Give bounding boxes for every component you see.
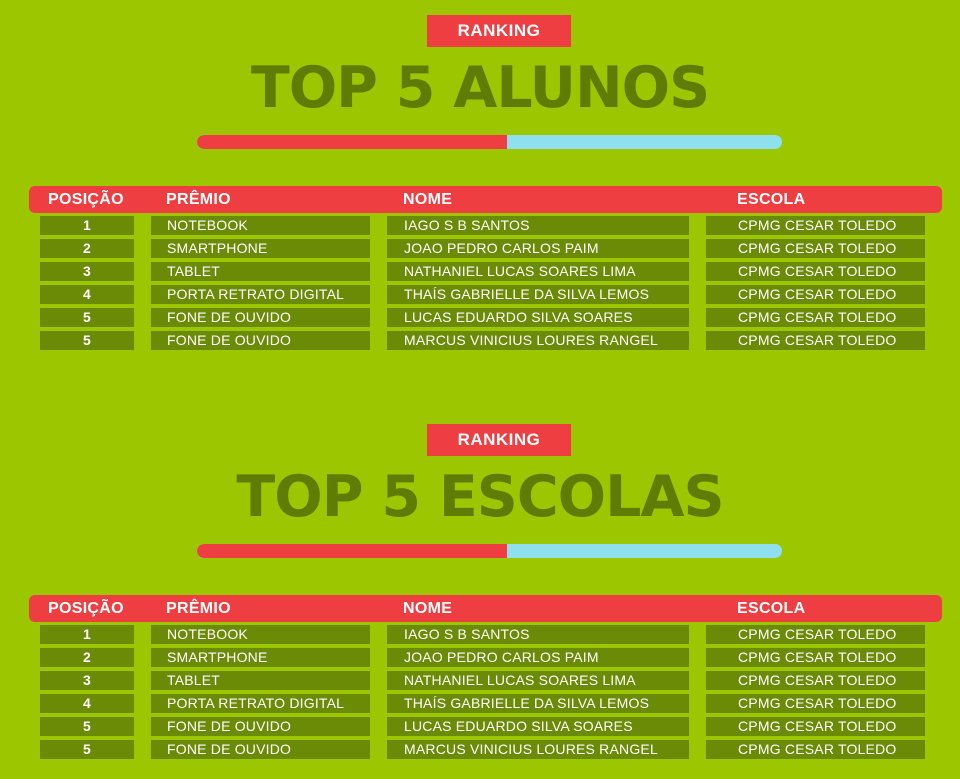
- cell-name: MARCUS VINICIUS LOURES RANGEL: [387, 331, 689, 350]
- cell-name: THAÍS GABRIELLE DA SILVA LEMOS: [387, 694, 689, 713]
- cell-school: CPMG CESAR TOLEDO: [706, 285, 925, 304]
- table-row: 1 NOTEBOOK IAGO S B SANTOS CPMG CESAR TO…: [0, 624, 960, 647]
- header-name: NOME: [403, 191, 453, 208]
- cell-position: 3: [40, 671, 134, 690]
- cell-name: THAÍS GABRIELLE DA SILVA LEMOS: [387, 285, 689, 304]
- table-row: 5 FONE DE OUVIDO LUCAS EDUARDO SILVA SOA…: [0, 716, 960, 739]
- cell-position: 1: [40, 625, 134, 644]
- header-school: ESCOLA: [737, 600, 806, 617]
- cell-name: JOAO PEDRO CARLOS PAIM: [387, 648, 689, 667]
- cell-school: CPMG CESAR TOLEDO: [706, 717, 925, 736]
- section-top-alunos: RANKING TOP 5 ALUNOS POSIÇÃO PRÊMIO NOME…: [0, 0, 960, 370]
- cell-position: 5: [40, 717, 134, 736]
- table-row: 2 SMARTPHONE JOAO PEDRO CARLOS PAIM CPMG…: [0, 238, 960, 261]
- header-school: ESCOLA: [737, 191, 806, 208]
- progress-bar-fill: [197, 544, 508, 558]
- cell-prize: NOTEBOOK: [151, 216, 370, 235]
- cell-school: CPMG CESAR TOLEDO: [706, 625, 925, 644]
- cell-school: CPMG CESAR TOLEDO: [706, 671, 925, 690]
- cell-position: 4: [40, 285, 134, 304]
- cell-position: 2: [40, 648, 134, 667]
- cell-school: CPMG CESAR TOLEDO: [706, 740, 925, 759]
- cell-prize: SMARTPHONE: [151, 648, 370, 667]
- header-prize: PRÊMIO: [166, 600, 231, 617]
- cell-name: IAGO S B SANTOS: [387, 625, 689, 644]
- table-row: 3 TABLET NATHANIEL LUCAS SOARES LIMA CPM…: [0, 670, 960, 693]
- cell-school: CPMG CESAR TOLEDO: [706, 308, 925, 327]
- cell-prize: TABLET: [151, 262, 370, 281]
- cell-position: 3: [40, 262, 134, 281]
- cell-name: NATHANIEL LUCAS SOARES LIMA: [387, 671, 689, 690]
- ranking-badge: RANKING: [427, 15, 571, 47]
- table-row: 3 TABLET NATHANIEL LUCAS SOARES LIMA CPM…: [0, 261, 960, 284]
- cell-prize: SMARTPHONE: [151, 239, 370, 258]
- cell-name: MARCUS VINICIUS LOURES RANGEL: [387, 740, 689, 759]
- section-title: TOP 5 ALUNOS: [250, 55, 710, 121]
- cell-position: 4: [40, 694, 134, 713]
- header-name: NOME: [403, 600, 453, 617]
- cell-position: 5: [40, 740, 134, 759]
- cell-school: CPMG CESAR TOLEDO: [706, 331, 925, 350]
- cell-prize: FONE DE OUVIDO: [151, 717, 370, 736]
- cell-school: CPMG CESAR TOLEDO: [706, 239, 925, 258]
- header-prize: PRÊMIO: [166, 191, 231, 208]
- progress-bar-fill: [197, 135, 508, 149]
- section-top-escolas: RANKING TOP 5 ESCOLAS POSIÇÃO PRÊMIO NOM…: [0, 409, 960, 779]
- cell-school: CPMG CESAR TOLEDO: [706, 648, 925, 667]
- header-position: POSIÇÃO: [48, 191, 124, 208]
- cell-position: 5: [40, 308, 134, 327]
- cell-prize: NOTEBOOK: [151, 625, 370, 644]
- cell-position: 5: [40, 331, 134, 350]
- cell-school: CPMG CESAR TOLEDO: [706, 216, 925, 235]
- table-header: POSIÇÃO PRÊMIO NOME ESCOLA: [29, 186, 942, 213]
- ranking-rows: 1 NOTEBOOK IAGO S B SANTOS CPMG CESAR TO…: [0, 624, 960, 762]
- ranking-rows: 1 NOTEBOOK IAGO S B SANTOS CPMG CESAR TO…: [0, 215, 960, 353]
- cell-name: IAGO S B SANTOS: [387, 216, 689, 235]
- cell-name: NATHANIEL LUCAS SOARES LIMA: [387, 262, 689, 281]
- cell-prize: PORTA RETRATO DIGITAL: [151, 285, 370, 304]
- ranking-badge: RANKING: [427, 424, 571, 456]
- table-row: 1 NOTEBOOK IAGO S B SANTOS CPMG CESAR TO…: [0, 215, 960, 238]
- cell-school: CPMG CESAR TOLEDO: [706, 262, 925, 281]
- cell-school: CPMG CESAR TOLEDO: [706, 694, 925, 713]
- header-position: POSIÇÃO: [48, 600, 124, 617]
- cell-position: 2: [40, 239, 134, 258]
- cell-prize: TABLET: [151, 671, 370, 690]
- table-row: 5 FONE DE OUVIDO LUCAS EDUARDO SILVA SOA…: [0, 307, 960, 330]
- progress-bar: [197, 135, 782, 149]
- cell-prize: PORTA RETRATO DIGITAL: [151, 694, 370, 713]
- table-header: POSIÇÃO PRÊMIO NOME ESCOLA: [29, 595, 942, 622]
- cell-name: LUCAS EDUARDO SILVA SOARES: [387, 717, 689, 736]
- section-title: TOP 5 ESCOLAS: [236, 464, 724, 530]
- cell-name: LUCAS EDUARDO SILVA SOARES: [387, 308, 689, 327]
- table-row: 4 PORTA RETRATO DIGITAL THAÍS GABRIELLE …: [0, 284, 960, 307]
- table-row: 4 PORTA RETRATO DIGITAL THAÍS GABRIELLE …: [0, 693, 960, 716]
- cell-prize: FONE DE OUVIDO: [151, 308, 370, 327]
- table-row: 2 SMARTPHONE JOAO PEDRO CARLOS PAIM CPMG…: [0, 647, 960, 670]
- table-row: 5 FONE DE OUVIDO MARCUS VINICIUS LOURES …: [0, 739, 960, 762]
- cell-name: JOAO PEDRO CARLOS PAIM: [387, 239, 689, 258]
- table-row: 5 FONE DE OUVIDO MARCUS VINICIUS LOURES …: [0, 330, 960, 353]
- cell-position: 1: [40, 216, 134, 235]
- cell-prize: FONE DE OUVIDO: [151, 740, 370, 759]
- progress-bar: [197, 544, 782, 558]
- cell-prize: FONE DE OUVIDO: [151, 331, 370, 350]
